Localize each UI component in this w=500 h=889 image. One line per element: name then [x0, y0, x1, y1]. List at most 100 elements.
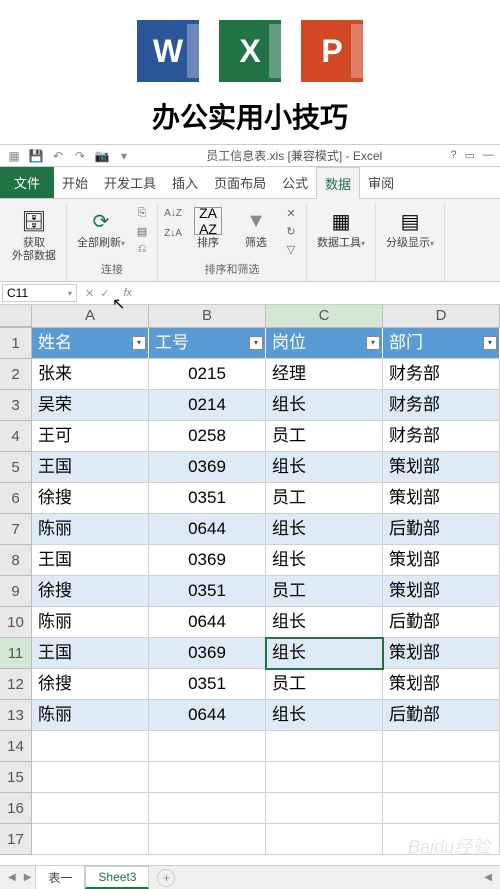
- cell[interactable]: 王国: [32, 545, 149, 576]
- cell[interactable]: 组长: [266, 514, 383, 545]
- qat-more-icon[interactable]: ▾: [116, 149, 132, 163]
- row-header[interactable]: 17: [0, 824, 32, 855]
- cell[interactable]: 吴荣: [32, 390, 149, 421]
- ribbon-options-icon[interactable]: ▭: [465, 149, 475, 162]
- cell[interactable]: 王国: [32, 638, 149, 669]
- row-header[interactable]: 13: [0, 700, 32, 731]
- tab-insert[interactable]: 插入: [164, 167, 206, 198]
- row-header[interactable]: 15: [0, 762, 32, 793]
- cell[interactable]: 0351: [149, 669, 266, 700]
- cell[interactable]: 0644: [149, 700, 266, 731]
- fx-icon[interactable]: fx: [123, 287, 132, 299]
- cell[interactable]: [149, 824, 266, 855]
- cell[interactable]: 组长: [266, 607, 383, 638]
- cell[interactable]: [32, 824, 149, 855]
- col-header-a[interactable]: A: [32, 305, 149, 327]
- cell[interactable]: 徐搜: [32, 669, 149, 700]
- cell[interactable]: 财务部: [383, 359, 500, 390]
- cell[interactable]: 0369: [149, 545, 266, 576]
- refresh-all-button[interactable]: ⟳ 全部刷新▾: [73, 205, 129, 252]
- cell[interactable]: 组长: [266, 452, 383, 483]
- cell[interactable]: [149, 762, 266, 793]
- cell[interactable]: [383, 824, 500, 855]
- cell[interactable]: 组长: [266, 545, 383, 576]
- header-cell[interactable]: 工号▾: [149, 328, 266, 359]
- cell[interactable]: 王国: [32, 452, 149, 483]
- filter-dropdown-icon[interactable]: ▾: [366, 336, 380, 350]
- cell[interactable]: [149, 793, 266, 824]
- cell[interactable]: 员工: [266, 421, 383, 452]
- tab-file[interactable]: 文件: [0, 167, 54, 198]
- cell[interactable]: [266, 824, 383, 855]
- cell[interactable]: 策划部: [383, 638, 500, 669]
- cell[interactable]: [32, 793, 149, 824]
- filter-button[interactable]: ▼ 筛选: [234, 205, 278, 252]
- advanced-icon[interactable]: ▽: [282, 241, 300, 257]
- cell[interactable]: 组长: [266, 700, 383, 731]
- row-header[interactable]: 7: [0, 514, 32, 545]
- cell[interactable]: 0351: [149, 483, 266, 514]
- sheet-tab-1[interactable]: 表一: [35, 865, 85, 889]
- filter-dropdown-icon[interactable]: ▾: [249, 336, 263, 350]
- undo-icon[interactable]: ↶: [50, 149, 66, 163]
- cell[interactable]: 0258: [149, 421, 266, 452]
- row-header[interactable]: 11: [0, 638, 32, 669]
- sheet-tab-2[interactable]: Sheet3: [85, 866, 149, 889]
- clear-filter-icon[interactable]: ✕: [282, 205, 300, 221]
- sort-button[interactable]: ZAAZ 排序: [186, 205, 230, 252]
- tab-review[interactable]: 审阅: [360, 167, 402, 198]
- header-cell[interactable]: 岗位▾: [266, 328, 383, 359]
- cell[interactable]: 0215: [149, 359, 266, 390]
- cell[interactable]: [383, 731, 500, 762]
- cell[interactable]: 后勤部: [383, 514, 500, 545]
- cell[interactable]: [32, 731, 149, 762]
- row-header[interactable]: 16: [0, 793, 32, 824]
- cell[interactable]: 0369: [149, 638, 266, 669]
- tab-home[interactable]: 开始: [54, 167, 96, 198]
- camera-icon[interactable]: 📷: [94, 149, 110, 163]
- row-header[interactable]: 3: [0, 390, 32, 421]
- filter-dropdown-icon[interactable]: ▾: [483, 336, 497, 350]
- cell[interactable]: 徐搜: [32, 483, 149, 514]
- row-header[interactable]: 6: [0, 483, 32, 514]
- name-box[interactable]: C11 ▾: [2, 284, 77, 302]
- row-header[interactable]: 4: [0, 421, 32, 452]
- sheet-nav-prev-icon[interactable]: ◀: [4, 872, 20, 883]
- properties-icon[interactable]: ▤: [133, 223, 151, 239]
- cell[interactable]: 陈丽: [32, 607, 149, 638]
- cell[interactable]: 策划部: [383, 576, 500, 607]
- cell[interactable]: [383, 762, 500, 793]
- cell[interactable]: [266, 731, 383, 762]
- col-header-b[interactable]: B: [149, 305, 266, 327]
- cell[interactable]: 0644: [149, 514, 266, 545]
- header-cell[interactable]: 姓名▾: [32, 328, 149, 359]
- cell[interactable]: 陈丽: [32, 514, 149, 545]
- cancel-icon[interactable]: ✕: [85, 287, 94, 300]
- enter-icon[interactable]: ✓: [100, 287, 109, 300]
- header-cell[interactable]: 部门▾: [383, 328, 500, 359]
- sheet-nav-next-icon[interactable]: ▶: [20, 872, 36, 883]
- cell[interactable]: 后勤部: [383, 700, 500, 731]
- edit-links-icon[interactable]: ⎌: [133, 241, 151, 257]
- col-header-d[interactable]: D: [383, 305, 500, 327]
- cell[interactable]: 组长: [266, 638, 383, 669]
- cell[interactable]: [149, 731, 266, 762]
- save-icon[interactable]: 💾: [28, 149, 44, 163]
- tab-data[interactable]: 数据: [316, 167, 360, 199]
- filter-dropdown-icon[interactable]: ▾: [132, 336, 146, 350]
- cell[interactable]: [32, 762, 149, 793]
- cell[interactable]: 员工: [266, 576, 383, 607]
- sort-desc-icon[interactable]: Z↓A: [164, 225, 182, 241]
- cell[interactable]: 员工: [266, 669, 383, 700]
- minimize-icon[interactable]: —: [483, 149, 494, 162]
- col-header-c[interactable]: C: [266, 305, 383, 327]
- cell[interactable]: 财务部: [383, 390, 500, 421]
- help-icon[interactable]: ?: [450, 149, 456, 162]
- cell[interactable]: [266, 762, 383, 793]
- data-tools-button[interactable]: ▦ 数据工具▾: [313, 205, 369, 252]
- connections-icon[interactable]: ⎘: [133, 205, 151, 221]
- row-header[interactable]: 14: [0, 731, 32, 762]
- reapply-icon[interactable]: ↻: [282, 223, 300, 239]
- row-header[interactable]: 8: [0, 545, 32, 576]
- cell[interactable]: 0214: [149, 390, 266, 421]
